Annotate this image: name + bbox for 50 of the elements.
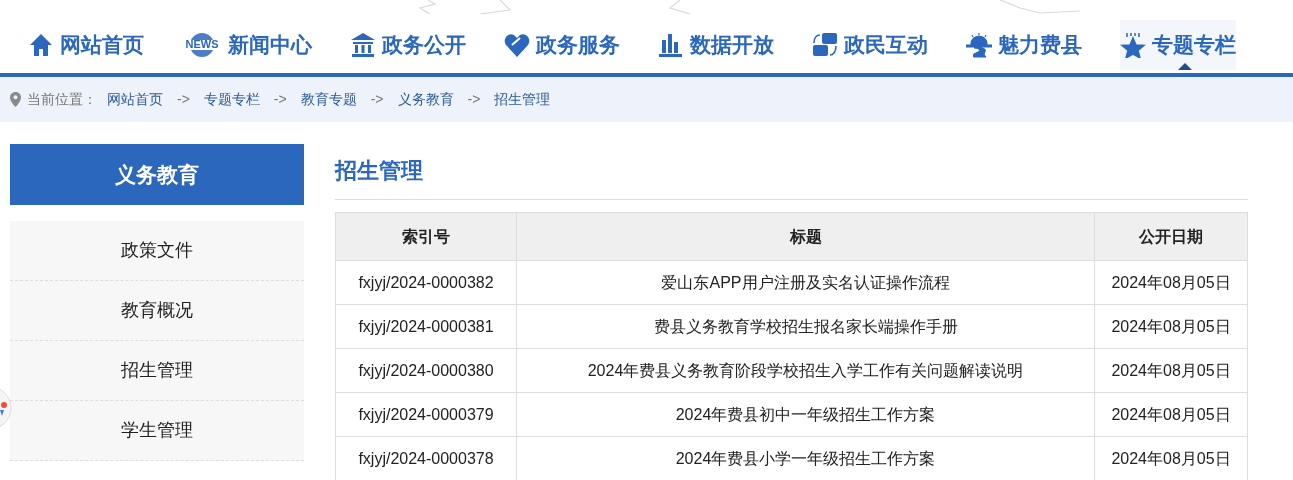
column-header: 索引号 <box>335 212 517 261</box>
sidebar-item[interactable]: 招生管理 <box>10 341 304 401</box>
nav-item[interactable]: 数据开放 <box>658 19 774 70</box>
exchange-icon <box>812 31 838 58</box>
breadcrumb-link[interactable]: 义务教育 <box>397 89 454 110</box>
breadcrumb-label: 当前位置： <box>27 90 97 109</box>
table-cell: fxjyj/2024-0000378 <box>335 436 517 480</box>
building-columns-icon <box>350 31 376 58</box>
title-link[interactable]: 费县义务教育学校招生报名家长端操作手册 <box>516 304 1095 349</box>
table-cell: 2024年08月05日 <box>1094 392 1248 437</box>
nav-item[interactable]: 魅力费县 <box>966 19 1082 70</box>
column-header: 公开日期 <box>1094 212 1248 261</box>
breadcrumb-link[interactable]: 网站首页 <box>107 89 163 110</box>
table-cell: 2024年08月05日 <box>1094 348 1248 393</box>
sidebar-item[interactable]: 教育概况 <box>10 281 304 341</box>
breadcrumb-separator: -> <box>273 90 287 109</box>
sidebar-item[interactable]: 学生管理 <box>10 401 304 461</box>
nav-item[interactable]: 政务服务 <box>504 19 620 70</box>
breadcrumb-link[interactable]: 专题专栏 <box>203 89 260 110</box>
house-icon <box>28 31 54 58</box>
active-pointer-icon <box>1178 62 1192 70</box>
column-header: 标题 <box>516 212 1095 261</box>
breadcrumb-separator: -> <box>370 90 384 109</box>
breadcrumb-separator: -> <box>177 90 190 109</box>
nav-item[interactable]: 网站首页 <box>28 19 144 70</box>
nav-item[interactable]: 政民互动 <box>812 19 928 70</box>
nav-item[interactable]: 政务公开 <box>350 19 466 70</box>
section-title: 招生管理 <box>335 144 1248 200</box>
star-icon <box>1120 31 1146 58</box>
table-cell: fxjyj/2024-0000382 <box>335 260 517 305</box>
title-link[interactable]: 2024年费县初中一年级招生工作方案 <box>516 392 1095 437</box>
breadcrumb-separator: -> <box>467 90 481 109</box>
table-cell: fxjyj/2024-0000379 <box>335 392 517 437</box>
breadcrumb-link[interactable]: 教育专题 <box>300 89 357 110</box>
table-cell: fxjyj/2024-0000380 <box>335 348 517 393</box>
table-cell: 2024年08月05日 <box>1094 260 1248 305</box>
breadcrumb-link[interactable]: 招生管理 <box>494 89 551 110</box>
heart-icon <box>504 31 530 58</box>
title-link[interactable]: 2024年费县义务教育阶段学校招生入学工作有关问题解读说明 <box>516 348 1095 393</box>
sidebar-item[interactable]: 政策文件 <box>10 221 304 281</box>
sidebar-title: 义务教育 <box>10 144 304 205</box>
sunrise-icon <box>966 31 992 58</box>
title-link[interactable]: 爱山东APP用户注册及实名认证操作流程 <box>516 260 1095 305</box>
nav-item[interactable]: NEWS 新闻中心 <box>182 19 312 70</box>
location-pin-icon <box>10 92 21 107</box>
nav-item[interactable]: 专题专栏 <box>1120 19 1236 70</box>
table-cell: 2024年08月05日 <box>1094 304 1248 349</box>
floating-widget-icon[interactable] <box>0 386 12 430</box>
table-cell: fxjyj/2024-0000381 <box>335 304 517 349</box>
bar-chart-icon <box>658 31 684 58</box>
